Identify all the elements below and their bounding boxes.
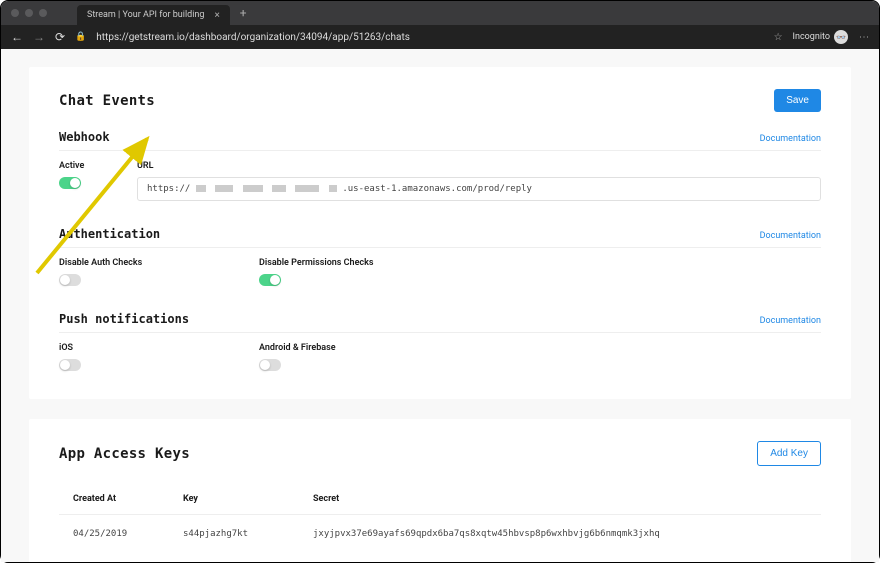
webhook-active-toggle[interactable]: [59, 177, 81, 189]
window-title-bar: Stream | Your API for building × +: [1, 1, 879, 25]
col-secret: Secret: [313, 494, 807, 504]
auth-title: Authentication: [59, 227, 160, 241]
webhook-doc-link[interactable]: Documentation: [760, 134, 821, 144]
ios-toggle[interactable]: [59, 359, 81, 371]
back-button[interactable]: ←: [11, 30, 23, 44]
android-label: Android & Firebase: [259, 343, 459, 353]
chat-events-title: Chat Events: [59, 93, 155, 109]
lock-icon: 🔒: [75, 32, 86, 42]
traffic-lights: [11, 9, 47, 17]
close-window[interactable]: [11, 9, 19, 17]
incognito-icon: 👓: [834, 30, 848, 44]
incognito-indicator: Incognito 👓: [793, 30, 848, 44]
disable-auth-label: Disable Auth Checks: [59, 258, 259, 268]
browser-tab[interactable]: Stream | Your API for building ×: [77, 5, 230, 25]
add-key-button[interactable]: Add Key: [757, 441, 821, 466]
webhook-url-input[interactable]: https:// .us-east-1.amazonaws.com/prod/r…: [137, 177, 821, 201]
push-title: Push notifications: [59, 312, 189, 326]
col-created: Created At: [73, 494, 183, 504]
cell-created: 04/25/2019: [73, 529, 183, 539]
authentication-section: Authentication Documentation Disable Aut…: [59, 227, 821, 286]
save-button[interactable]: Save: [774, 89, 821, 112]
address-bar: ← → ⟳ 🔒 https://getstream.io/dashboard/o…: [1, 25, 879, 49]
minimize-window[interactable]: [25, 9, 33, 17]
table-row[interactable]: 04/25/2019 s44pjazhg7kt jxyjpvx37e69ayaf…: [59, 515, 821, 547]
cell-secret: jxyjpvx37e69ayafs69qpdx6ba7qs8xqtw45hbvs…: [313, 529, 807, 539]
url-label: URL: [137, 161, 821, 171]
col-key: Key: [183, 494, 313, 504]
disable-perm-toggle[interactable]: [259, 274, 281, 286]
bookmark-icon[interactable]: ☆: [774, 32, 783, 43]
reload-button[interactable]: ⟳: [55, 30, 65, 44]
maximize-window[interactable]: [39, 9, 47, 17]
ios-label: iOS: [59, 343, 259, 353]
push-doc-link[interactable]: Documentation: [760, 316, 821, 326]
app-keys-card: App Access Keys Add Key Created At Key S…: [29, 419, 851, 562]
chat-events-card: Chat Events Save Webhook Documentation A…: [29, 67, 851, 399]
cell-key: s44pjazhg7kt: [183, 529, 313, 539]
push-section: Push notifications Documentation iOS And…: [59, 312, 821, 371]
menu-icon[interactable]: ⋮: [858, 32, 869, 42]
android-toggle[interactable]: [259, 359, 281, 371]
auth-doc-link[interactable]: Documentation: [760, 231, 821, 241]
keys-table-header: Created At Key Secret: [59, 484, 821, 515]
close-tab-icon[interactable]: ×: [214, 10, 219, 21]
webhook-section: Webhook Documentation Active URL https:/…: [59, 130, 821, 201]
tab-title: Stream | Your API for building: [87, 10, 204, 20]
page-content: Chat Events Save Webhook Documentation A…: [1, 49, 879, 562]
disable-auth-toggle[interactable]: [59, 274, 81, 286]
active-label: Active: [59, 161, 107, 171]
disable-perm-label: Disable Permissions Checks: [259, 258, 459, 268]
forward-button[interactable]: →: [33, 30, 45, 44]
new-tab-button[interactable]: +: [240, 6, 247, 20]
url-text[interactable]: https://getstream.io/dashboard/organizat…: [96, 32, 763, 43]
app-keys-title: App Access Keys: [59, 446, 190, 462]
webhook-title: Webhook: [59, 130, 110, 144]
